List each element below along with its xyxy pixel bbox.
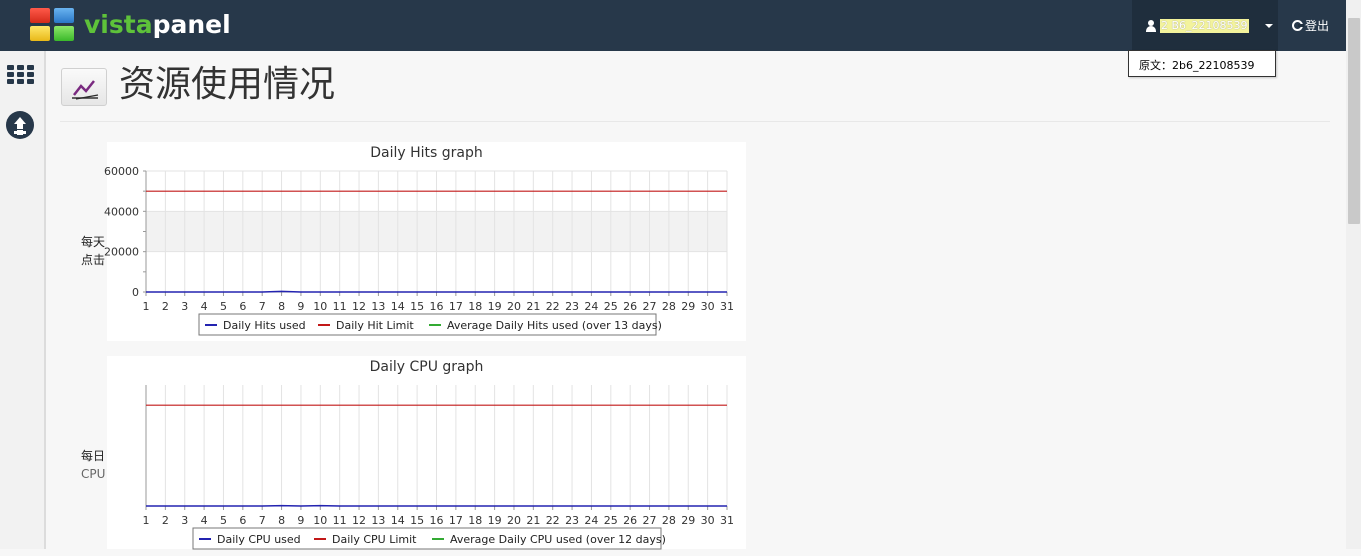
x-tick-label: 14: [391, 300, 405, 313]
scrollbar-thumb[interactable]: [1348, 18, 1360, 224]
x-tick-label: 12: [352, 514, 366, 527]
x-tick-label: 11: [333, 300, 347, 313]
x-tick-label: 8: [278, 300, 285, 313]
x-tick-label: 10: [313, 514, 327, 527]
sidebar: [0, 51, 46, 549]
x-tick-label: 9: [297, 300, 304, 313]
x-tick-label: 31: [720, 300, 734, 313]
daily-cpu-chart: Daily CPU graph 123456789101112131415161…: [107, 356, 746, 549]
chart-ylabel: 每日CPU: [81, 447, 105, 483]
legend-entry: Average Daily CPU used (over 12 days): [450, 533, 666, 546]
apps-grid-icon[interactable]: [7, 65, 34, 85]
x-tick-label: 24: [584, 514, 598, 527]
y-tick-label: 0: [132, 286, 139, 299]
x-tick-label: 11: [333, 514, 347, 527]
x-tick-label: 23: [565, 514, 579, 527]
legend-entry: Average Daily Hits used (over 13 days): [447, 319, 662, 332]
chart-line-icon: [61, 68, 107, 106]
username-label: 2 B6_22108539: [1160, 19, 1249, 33]
page-title: 资源使用情况: [119, 62, 335, 108]
x-tick-label: 18: [468, 300, 482, 313]
x-tick-label: 4: [201, 300, 208, 313]
chart-ylabel: 每天点击: [81, 233, 105, 269]
daily-cpu-plot: 1234567891011121314151617181920212223242…: [107, 356, 746, 556]
upload-icon[interactable]: [6, 111, 34, 139]
legend-entry: Daily CPU Limit: [332, 533, 417, 546]
logout-icon: [1292, 20, 1303, 31]
x-tick-label: 23: [565, 300, 579, 313]
legend-entry: Daily Hit Limit: [336, 319, 414, 332]
logo-text: vistapanel: [84, 8, 231, 42]
x-tick-label: 2: [162, 300, 169, 313]
y-tick-label: 40000: [104, 205, 139, 218]
x-tick-label: 1: [143, 514, 150, 527]
x-tick-label: 6: [239, 514, 246, 527]
x-tick-label: 30: [701, 514, 715, 527]
x-tick-label: 27: [643, 300, 657, 313]
x-tick-label: 19: [488, 300, 502, 313]
chevron-down-icon: [1265, 24, 1273, 28]
x-tick-label: 4: [201, 514, 208, 527]
x-tick-label: 15: [410, 514, 424, 527]
x-tick-label: 3: [181, 514, 188, 527]
x-tick-label: 16: [430, 300, 444, 313]
x-tick-label: 29: [681, 300, 695, 313]
x-tick-label: 19: [488, 514, 502, 527]
vistapanel-logo[interactable]: vistapanel: [30, 8, 231, 42]
x-tick-label: 24: [584, 300, 598, 313]
x-tick-label: 21: [526, 514, 540, 527]
x-tick-label: 6: [239, 300, 246, 313]
x-tick-label: 26: [623, 300, 637, 313]
user-menu-dropdown[interactable]: 2 B6_22108539: [1132, 0, 1278, 51]
daily-hits-chart: Daily Hits graph 02000040000600001234567…: [107, 142, 746, 341]
x-tick-label: 3: [181, 300, 188, 313]
x-tick-label: 2: [162, 514, 169, 527]
daily-hits-plot: 0200004000060000123456789101112131415161…: [107, 142, 746, 341]
x-tick-label: 10: [313, 300, 327, 313]
x-tick-label: 26: [623, 514, 637, 527]
x-tick-label: 17: [449, 300, 463, 313]
x-tick-label: 15: [410, 300, 424, 313]
x-tick-label: 21: [526, 300, 540, 313]
x-tick-label: 22: [546, 300, 560, 313]
y-tick-label: 60000: [104, 165, 139, 178]
x-tick-label: 17: [449, 514, 463, 527]
x-tick-label: 25: [604, 300, 618, 313]
x-tick-label: 8: [278, 514, 285, 527]
x-tick-label: 14: [391, 514, 405, 527]
x-tick-label: 28: [662, 300, 676, 313]
x-tick-label: 12: [352, 300, 366, 313]
y-tick-label: 20000: [104, 246, 139, 259]
top-navbar: vistapanel 2 B6_22108539 登出: [0, 0, 1361, 51]
x-tick-label: 5: [220, 514, 227, 527]
logout-label: 登出: [1305, 17, 1329, 34]
x-tick-label: 22: [546, 514, 560, 527]
x-tick-label: 7: [259, 300, 266, 313]
x-tick-label: 25: [604, 514, 618, 527]
x-tick-label: 16: [430, 514, 444, 527]
x-tick-label: 31: [720, 514, 734, 527]
username-tooltip: 原文：2b6_22108539: [1128, 50, 1276, 77]
logout-link[interactable]: 登出: [1292, 17, 1329, 34]
x-tick-label: 27: [643, 514, 657, 527]
x-tick-label: 20: [507, 514, 521, 527]
x-tick-label: 29: [681, 514, 695, 527]
x-tick-label: 7: [259, 514, 266, 527]
x-tick-label: 18: [468, 514, 482, 527]
x-tick-label: 13: [371, 300, 385, 313]
legend-entry: Daily CPU used: [217, 533, 301, 546]
legend-entry: Daily Hits used: [223, 319, 306, 332]
x-tick-label: 13: [371, 514, 385, 527]
x-tick-label: 1: [143, 300, 150, 313]
x-tick-label: 20: [507, 300, 521, 313]
user-icon: [1146, 20, 1156, 32]
header-divider: [60, 121, 1330, 122]
x-tick-label: 28: [662, 514, 676, 527]
x-tick-label: 5: [220, 300, 227, 313]
series-line-used: [146, 291, 727, 292]
logo-grid-icon: [30, 8, 76, 42]
x-tick-label: 9: [297, 514, 304, 527]
x-tick-label: 30: [701, 300, 715, 313]
